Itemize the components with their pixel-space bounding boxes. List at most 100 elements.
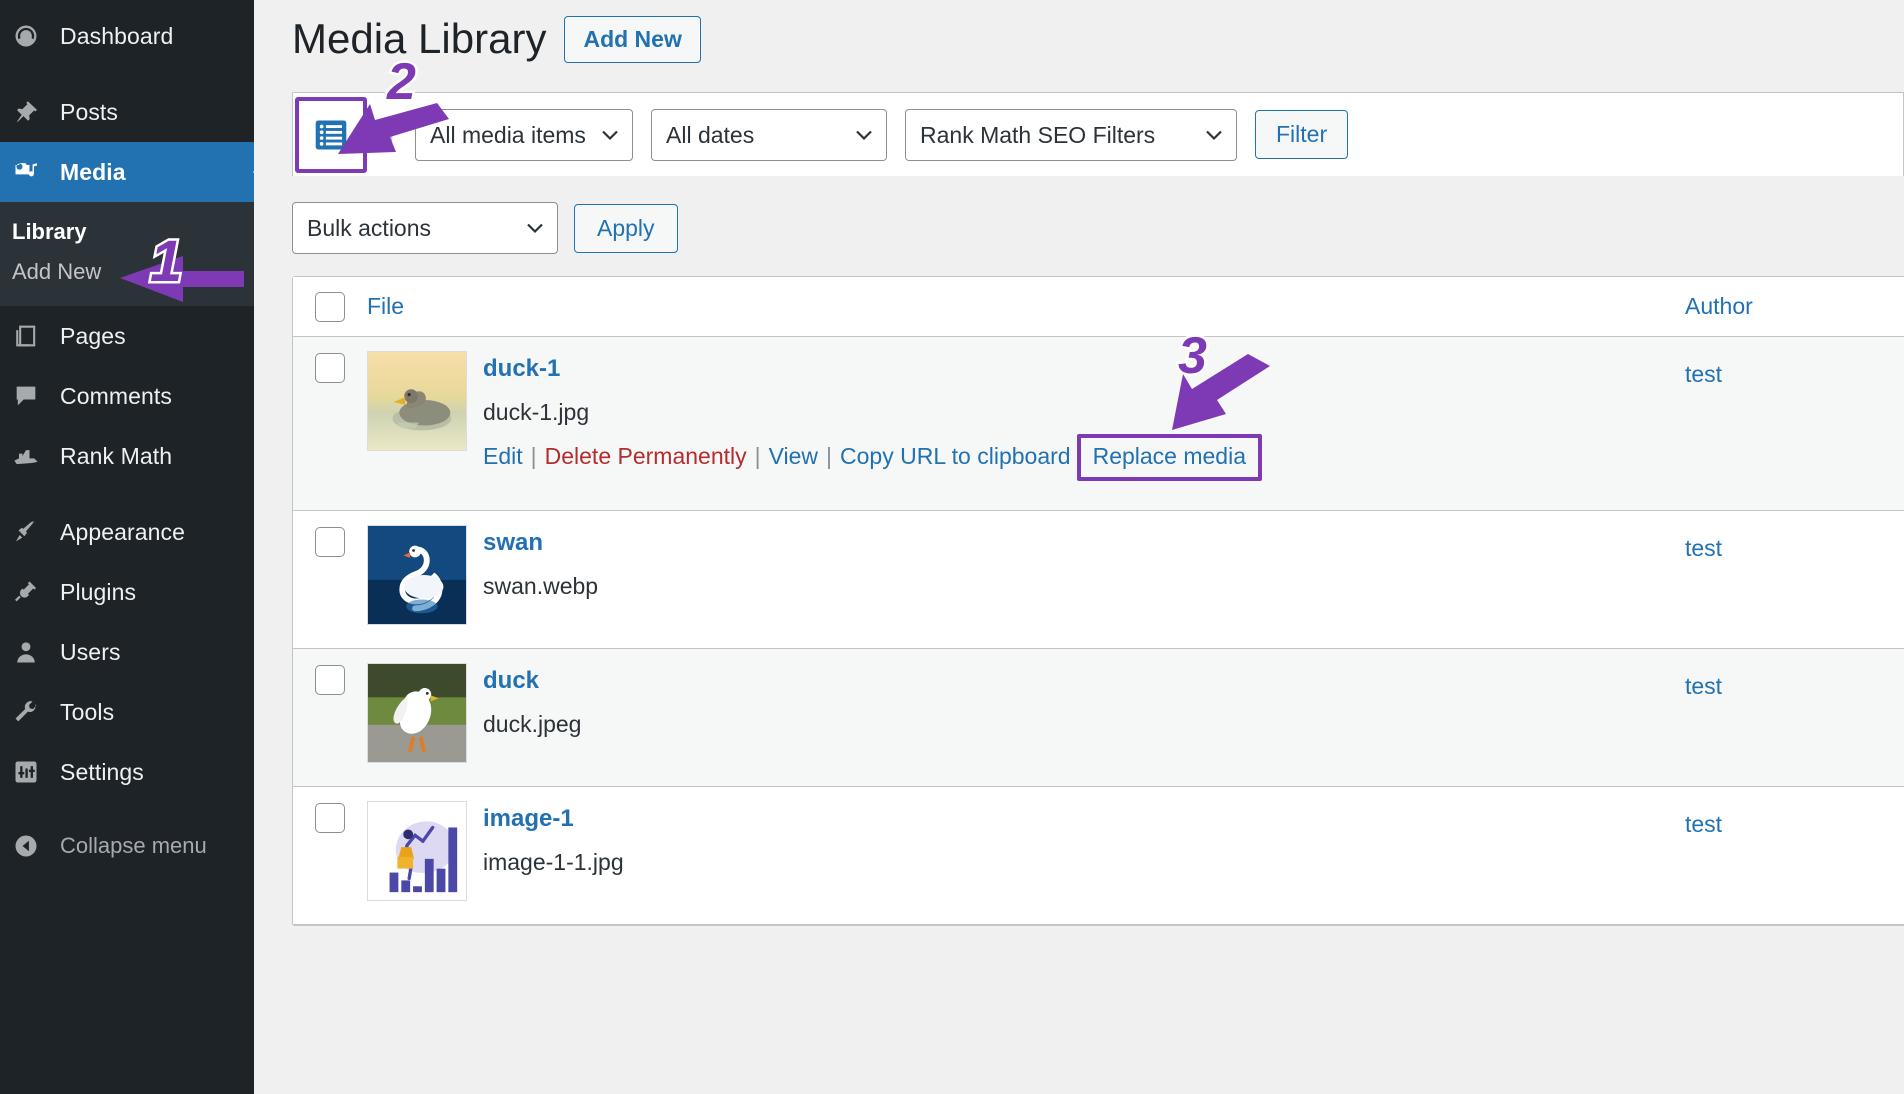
swan-thumb[interactable] — [367, 525, 467, 626]
sidebar-item-label: Comments — [60, 382, 172, 409]
media-items-filter-wrap: All media items — [415, 108, 633, 161]
image-1-thumb[interactable] — [367, 801, 467, 902]
column-header-file[interactable]: File — [367, 293, 1685, 320]
file-title-link[interactable]: duck-1 — [483, 353, 1258, 384]
table-row: swan swan.webp test — [293, 511, 1904, 650]
pin-icon — [12, 98, 54, 126]
seo-filter[interactable]: Rank Math SEO Filters — [905, 108, 1237, 161]
edit-link[interactable]: Edit — [483, 443, 523, 470]
sidebar-item-posts[interactable]: Posts — [0, 82, 254, 142]
file-meta: duck duck.jpeg — [467, 663, 581, 772]
media-icon — [12, 158, 54, 186]
file-cell: duck-1 duck-1.jpg Edit | Delete Permanen… — [367, 337, 1685, 510]
table-row: image-1 image-1-1.jpg test — [293, 787, 1904, 926]
bulk-actions-select[interactable]: Bulk actions — [292, 202, 558, 255]
sidebar-item-label: Plugins — [60, 578, 137, 605]
column-header-author[interactable]: Author — [1685, 293, 1904, 320]
file-title-link[interactable]: swan — [483, 527, 598, 558]
sidebar-item-rank-math[interactable]: Rank Math — [0, 426, 254, 486]
author-cell[interactable]: test — [1685, 787, 1904, 924]
select-all-checkbox[interactable] — [315, 291, 345, 322]
author-cell[interactable]: test — [1685, 337, 1904, 510]
author-cell[interactable]: test — [1685, 511, 1904, 648]
row-actions: Edit | Delete Permanently | View | Copy … — [483, 433, 1262, 481]
sidebar-item-label: Rank Math — [60, 442, 173, 469]
user-icon — [12, 638, 54, 666]
seo-filter-wrap: Rank Math SEO Filters — [905, 108, 1237, 161]
main-content: Media Library Add New All media items Al… — [254, 0, 1904, 1094]
sidebar-item-label: Settings — [60, 758, 144, 785]
collapse-menu-button[interactable]: Collapse menu — [0, 818, 254, 874]
sidebar-item-label: Dashboard — [60, 22, 174, 49]
sidebar-item-label: Appearance — [60, 518, 186, 545]
menu-separator — [0, 66, 254, 82]
apply-button[interactable]: Apply — [574, 203, 678, 253]
list-view-icon — [314, 118, 348, 152]
bulk-actions-wrap: Bulk actions — [292, 202, 558, 255]
action-separator: | — [826, 442, 833, 469]
sidebar-item-label: Media — [60, 158, 126, 185]
select-all-cell — [293, 291, 367, 322]
file-cell: swan swan.webp — [367, 511, 1685, 648]
replace-media-wrap: Replace media — [1076, 433, 1262, 481]
sidebar-item-pages[interactable]: Pages — [0, 306, 254, 366]
page-title: Media Library — [292, 15, 547, 62]
plug-icon — [12, 578, 54, 606]
file-cell: duck duck.jpeg — [367, 649, 1685, 786]
action-separator: | — [754, 442, 761, 469]
file-meta: swan swan.webp — [467, 525, 598, 634]
table-row: duck duck.jpeg test — [293, 649, 1904, 788]
sidebar-item-plugins[interactable]: Plugins — [0, 562, 254, 622]
sidebar-subitem-label: Library — [12, 219, 87, 244]
sidebar-item-dashboard[interactable]: Dashboard — [0, 6, 254, 66]
sidebar-item-media[interactable]: Media — [0, 142, 262, 202]
sidebar-item-settings[interactable]: Settings — [0, 742, 254, 802]
add-new-button[interactable]: Add New — [564, 15, 701, 63]
sidebar-item-comments[interactable]: Comments — [0, 366, 254, 426]
grid-view-icon — [360, 118, 394, 152]
row-checkbox[interactable] — [315, 527, 345, 558]
page-header: Media Library Add New — [292, 0, 1904, 70]
row-checkbox[interactable] — [315, 803, 345, 834]
file-name: swan.webp — [483, 572, 599, 599]
view-link[interactable]: View — [769, 443, 818, 470]
sidebar-item-add-new[interactable]: Add New — [0, 252, 254, 292]
settings-icon — [12, 758, 54, 786]
sidebar-item-library[interactable]: Library — [0, 212, 254, 252]
file-meta: duck-1 duck-1.jpg Edit | Delete Permanen… — [467, 351, 1262, 496]
menu-separator — [0, 802, 254, 818]
list-view-toggle[interactable] — [311, 115, 351, 155]
media-items-filter[interactable]: All media items — [415, 108, 633, 161]
comments-icon — [12, 382, 54, 410]
row-checkbox[interactable] — [315, 353, 345, 384]
dates-filter-wrap: All dates — [651, 108, 887, 161]
duck-1-thumb[interactable] — [367, 351, 467, 452]
copy-url-link[interactable]: Copy URL to clipboard — [840, 443, 1071, 470]
file-title-link[interactable]: duck — [483, 665, 581, 696]
sidebar-item-tools[interactable]: Tools — [0, 682, 254, 742]
action-separator: | — [530, 442, 537, 469]
menu-separator — [0, 486, 254, 502]
file-title-link[interactable]: image-1 — [483, 803, 624, 834]
brush-icon — [12, 518, 54, 546]
view-switch — [295, 96, 397, 173]
sidebar-item-users[interactable]: Users — [0, 622, 254, 682]
file-name: image-1-1.jpg — [483, 848, 624, 875]
row-checkbox[interactable] — [315, 665, 345, 696]
replace-media-link[interactable]: Replace media — [1093, 443, 1246, 469]
sidebar-subitem-label: Add New — [12, 259, 102, 284]
row-select-cell — [293, 649, 367, 786]
duck-thumb[interactable] — [367, 663, 467, 764]
filter-button[interactable]: Filter — [1255, 110, 1349, 160]
delete-permanently-link[interactable]: Delete Permanently — [545, 443, 747, 470]
media-submenu: Library Add New — [0, 202, 254, 306]
dates-filter[interactable]: All dates — [651, 108, 887, 161]
file-name: duck-1.jpg — [483, 398, 590, 425]
sidebar-item-appearance[interactable]: Appearance — [0, 502, 254, 562]
sidebar-item-label: Users — [60, 638, 121, 665]
author-cell[interactable]: test — [1685, 649, 1904, 786]
grid-view-toggle[interactable] — [357, 115, 397, 155]
pages-icon — [12, 322, 54, 350]
table-nav-top: All media items All dates Rank Math SEO … — [292, 92, 1904, 177]
collapse-arrow-icon — [12, 832, 54, 860]
